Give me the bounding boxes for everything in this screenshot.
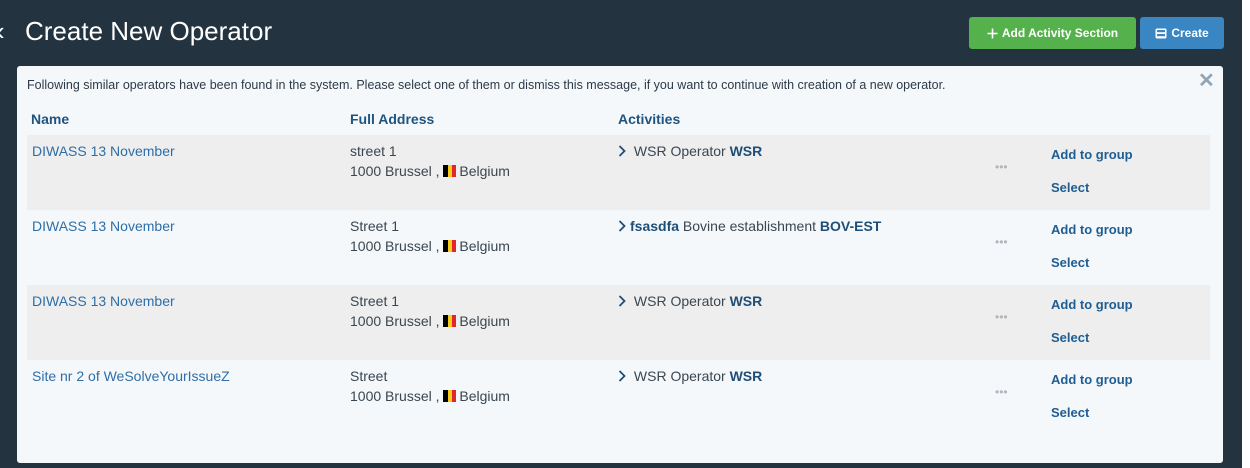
chevron-right-icon — [618, 292, 626, 312]
address-street: Street 1 — [350, 218, 400, 234]
belgium-flag-icon — [443, 315, 457, 327]
page-title: Create New Operator — [25, 16, 273, 46]
address-city-line: 1000 Brussel , Belgium — [350, 236, 510, 256]
activity-code: WSR — [729, 143, 763, 159]
activity-text: WSR Operator — [633, 293, 726, 309]
address-country: Belgium — [459, 313, 510, 329]
similar-operators-panel: ✕ Following similar operators have been … — [17, 66, 1223, 463]
add-to-group-link[interactable]: Add to group — [1051, 222, 1133, 237]
add-activity-section-button[interactable]: Add Activity Section — [969, 17, 1136, 49]
create-button[interactable]: Create — [1140, 17, 1224, 49]
full-address: Street 1 1000 Brussel , Belgium — [350, 291, 510, 331]
add-activity-section-label: Add Activity Section — [1001, 26, 1119, 40]
operator-name-link[interactable]: Site nr 2 of WeSolveYourIssueZ — [32, 366, 230, 386]
chevron-right-icon — [618, 217, 626, 237]
add-to-group-link[interactable]: Add to group — [1051, 147, 1133, 162]
belgium-flag-icon — [443, 390, 457, 402]
select-link[interactable]: Select — [1051, 405, 1089, 420]
table-row: Site nr 2 of WeSolveYourIssueZ Street 10… — [27, 360, 1210, 435]
activity-text: Bovine establishment — [682, 218, 816, 234]
belgium-flag-icon — [443, 240, 457, 252]
activity-code: BOV-EST — [819, 218, 882, 234]
back-chevron-icon[interactable]: ‹ — [0, 14, 5, 48]
address-city: 1000 Brussel , — [350, 163, 440, 179]
address-city-line: 1000 Brussel , Belgium — [350, 161, 510, 181]
table-row: DIWASS 13 November street 1 1000 Brussel… — [27, 135, 1210, 210]
column-header-name: Name — [31, 111, 70, 127]
address-city: 1000 Brussel , — [350, 388, 440, 404]
plus-icon — [987, 28, 998, 39]
activity-link[interactable]: fsasdfa Bovine establishment BOV-EST — [618, 216, 881, 237]
add-to-group-link[interactable]: Add to group — [1051, 297, 1133, 312]
activity-link[interactable]: WSR Operator WSR — [618, 141, 762, 162]
table-row: DIWASS 13 November Street 1 1000 Brussel… — [27, 210, 1210, 285]
address-country: Belgium — [459, 238, 510, 254]
address-street: street 1 — [350, 143, 397, 159]
select-link[interactable]: Select — [1051, 255, 1089, 270]
address-city: 1000 Brussel , — [350, 313, 440, 329]
belgium-flag-icon — [443, 165, 457, 177]
create-label: Create — [1171, 26, 1209, 40]
operator-name-link[interactable]: DIWASS 13 November — [32, 141, 175, 161]
activity-text: WSR Operator — [633, 368, 726, 384]
close-icon[interactable]: ✕ — [1198, 71, 1215, 91]
page-header-panel: ‹ Create New Operator Add Activity Secti… — [0, 0, 1242, 468]
address-street: Street — [350, 368, 388, 384]
add-to-group-link[interactable]: Add to group — [1051, 372, 1133, 387]
similar-operators-message: Following similar operators have been fo… — [27, 78, 946, 92]
activity-code: WSR — [729, 293, 763, 309]
more-options-icon[interactable]: ••• — [995, 382, 1008, 402]
full-address: street 1 1000 Brussel , Belgium — [350, 141, 510, 181]
operator-name-link[interactable]: DIWASS 13 November — [32, 291, 175, 311]
column-header-activities: Activities — [618, 111, 681, 127]
more-options-icon[interactable]: ••• — [995, 232, 1008, 252]
chevron-right-icon — [618, 367, 626, 387]
select-link[interactable]: Select — [1051, 180, 1089, 195]
address-city-line: 1000 Brussel , Belgium — [350, 386, 510, 406]
table-row: DIWASS 13 November Street 1 1000 Brussel… — [27, 285, 1210, 360]
save-icon — [1155, 28, 1167, 39]
address-country: Belgium — [459, 388, 510, 404]
address-country: Belgium — [459, 163, 510, 179]
full-address: Street 1 1000 Brussel , Belgium — [350, 216, 510, 256]
chevron-right-icon — [618, 142, 626, 162]
address-city: 1000 Brussel , — [350, 238, 440, 254]
activity-code: WSR — [729, 368, 763, 384]
activity-prefix: fsasdfa — [630, 218, 680, 234]
operator-name-link[interactable]: DIWASS 13 November — [32, 216, 175, 236]
full-address: Street 1000 Brussel , Belgium — [350, 366, 510, 406]
address-street: Street 1 — [350, 293, 400, 309]
activity-link[interactable]: WSR Operator WSR — [618, 366, 762, 387]
activity-text: WSR Operator — [633, 143, 726, 159]
address-city-line: 1000 Brussel , Belgium — [350, 311, 510, 331]
column-header-full-address: Full Address — [350, 111, 435, 127]
more-options-icon[interactable]: ••• — [995, 157, 1008, 177]
select-link[interactable]: Select — [1051, 330, 1089, 345]
activity-link[interactable]: WSR Operator WSR — [618, 291, 762, 312]
more-options-icon[interactable]: ••• — [995, 307, 1008, 327]
